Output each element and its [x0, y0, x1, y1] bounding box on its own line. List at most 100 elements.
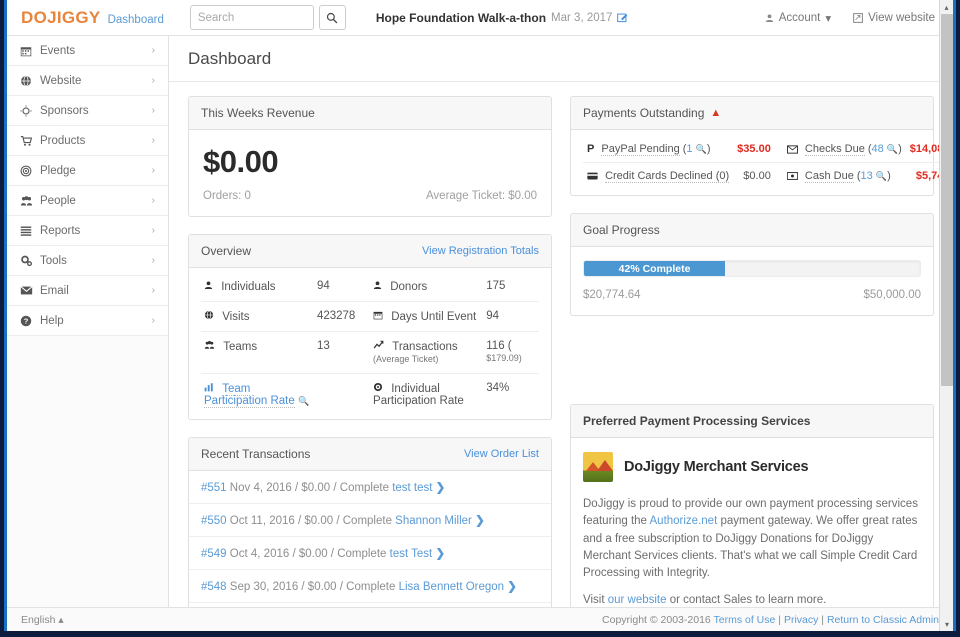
transaction-name[interactable]: Shannon Miller [395, 515, 472, 527]
list-item[interactable]: #551 Nov 4, 2016 / $0.00 / Complete test… [189, 471, 551, 504]
view-website-link[interactable]: View website [853, 12, 935, 24]
dojiggy-logo: DOJIGGY [21, 8, 101, 28]
sidebar-item-reports[interactable]: Reports › [7, 216, 168, 246]
overview-value: 94 [483, 302, 539, 332]
transaction-name[interactable]: test test [392, 482, 432, 494]
terms-of-use-link[interactable]: Terms of Use [714, 614, 776, 626]
overview-value [314, 374, 370, 416]
edit-icon[interactable] [617, 12, 628, 23]
panel-title: Overview [201, 244, 251, 258]
checks-due-cell[interactable]: Checks Due (48 🔍) [775, 136, 906, 163]
chevron-right-icon: › [152, 285, 155, 296]
chevron-right-icon: › [152, 225, 155, 236]
separator: | [821, 614, 824, 626]
sidebar-item-products[interactable]: Products › [7, 126, 168, 156]
person-icon [373, 281, 385, 293]
table-row: Individuals 94 Donors 175 [201, 272, 539, 302]
people-icon [20, 195, 40, 207]
panel-title: Goal Progress [583, 223, 660, 237]
authorize-net-link[interactable]: Authorize.net [650, 515, 718, 527]
return-to-classic-admin-link[interactable]: Return to Classic Admin [827, 614, 939, 626]
magnifier-icon[interactable]: 🔍 [876, 171, 887, 181]
sidebar-item-label: Reports [40, 225, 152, 237]
chevron-right-icon: › [152, 135, 155, 146]
chevron-right-icon: › [152, 45, 155, 56]
search-input[interactable] [190, 5, 314, 30]
list-item[interactable]: #550 Oct 11, 2016 / $0.00 / Complete Sha… [189, 504, 551, 537]
overview-label[interactable]: Team Participation Rate [204, 383, 295, 408]
sidebar-item-email[interactable]: Email › [7, 276, 168, 306]
overview-cell-days-until-event: Days Until Event [370, 302, 483, 332]
payment-label: Credit Cards Declined (0) [605, 170, 729, 183]
payment-count[interactable]: 48 [872, 143, 884, 155]
brand[interactable]: DOJIGGY Dashboard [7, 8, 164, 28]
overview-cell-team-participation-rate[interactable]: Team Participation Rate 🔍 [201, 374, 314, 416]
preferred-payment-processing-panel: Preferred Payment Processing Services Do… [570, 404, 934, 625]
overview-cell-individual-participation-rate: Individual Participation Rate [370, 374, 483, 416]
scrollbar-thumb[interactable] [941, 14, 953, 386]
view-order-list-link[interactable]: View Order List [464, 448, 539, 460]
transactions-average-ticket: $179.09) [486, 353, 522, 363]
payment-count[interactable]: 13 [861, 170, 873, 182]
overview-panel: Overview View Registration Totals Indivi… [188, 234, 552, 420]
sidebar-item-website[interactable]: Website › [7, 66, 168, 96]
overview-label: Individual Participation Rate [373, 383, 464, 407]
sidebar-item-help[interactable]: ? Help › [7, 306, 168, 336]
sidebar-item-events[interactable]: Events › [7, 36, 168, 66]
sidebar-item-tools[interactable]: Tools › [7, 246, 168, 276]
sidebar-item-people[interactable]: People › [7, 186, 168, 216]
view-registration-totals-link[interactable]: View Registration Totals [422, 245, 539, 257]
money-icon [787, 170, 801, 182]
paypal-pending-cell[interactable]: P PayPal Pending (1 🔍) [583, 136, 733, 163]
magnifier-icon[interactable]: 🔍 [696, 144, 707, 154]
people-icon [204, 341, 218, 353]
page-title: Dashboard [188, 49, 271, 69]
panel-title: Preferred Payment Processing Services [583, 414, 810, 428]
account-menu[interactable]: Account ▾ [765, 11, 831, 25]
brand-subtitle: Dashboard [108, 14, 164, 26]
scroll-up-arrow-icon[interactable]: ▴ [940, 0, 953, 14]
chart-line-icon [373, 341, 387, 353]
gears-icon [20, 255, 40, 267]
search-icon [326, 12, 338, 24]
globe-icon [20, 75, 40, 87]
payment-label: PayPal Pending [601, 143, 679, 156]
overview-label: Transactions [392, 341, 457, 353]
table-row: Credit Cards Declined (0) $0.00 Cash Due [583, 163, 956, 190]
transaction-name[interactable]: test Test [390, 548, 433, 560]
payment-count[interactable]: 1 [686, 143, 692, 155]
cash-due-cell[interactable]: Cash Due (13 🔍) [775, 163, 906, 190]
external-link-icon [853, 13, 863, 23]
list-item[interactable]: #548 Sep 30, 2016 / $0.00 / Complete Lis… [189, 570, 551, 603]
transaction-id[interactable]: #548 [201, 581, 227, 593]
goal-progress-label: 42% Complete [619, 263, 691, 275]
transaction-detail: Oct 11, 2016 / $0.00 / Complete [230, 515, 392, 527]
language-selector[interactable]: English ▴ [21, 614, 64, 626]
transaction-id[interactable]: #551 [201, 482, 227, 494]
chevron-right-icon: ❯ [436, 482, 446, 494]
footer-legal: Copyright © 2003-2016 Terms of Use | Pri… [602, 614, 939, 626]
transaction-name[interactable]: Lisa Bennett Oregon [399, 581, 505, 593]
sidebar-item-sponsors[interactable]: Sponsors › [7, 96, 168, 126]
search-button[interactable] [319, 5, 346, 30]
magnifier-icon[interactable]: 🔍 [298, 396, 309, 406]
question-icon: ? [20, 315, 40, 327]
list-item[interactable]: #549 Oct 4, 2016 / $0.00 / Complete test… [189, 537, 551, 570]
chevron-down-icon: ▾ [825, 11, 831, 25]
list-icon [20, 225, 40, 237]
transaction-id[interactable]: #550 [201, 515, 227, 527]
target-icon [373, 383, 386, 395]
sidebar-item-pledge[interactable]: Pledge › [7, 156, 168, 186]
transaction-id[interactable]: #549 [201, 548, 227, 560]
table-row: Team Participation Rate 🔍 Individual Par… [201, 374, 539, 416]
chevron-right-icon: ❯ [435, 548, 445, 560]
scroll-down-arrow-icon[interactable]: ▾ [940, 617, 954, 631]
vertical-scrollbar[interactable]: ▴ ▾ [939, 0, 953, 631]
merchant-paragraph-1: DoJiggy is proud to provide our own paym… [583, 496, 921, 582]
our-website-link[interactable]: our website [608, 594, 667, 606]
magnifier-icon[interactable]: 🔍 [887, 144, 898, 154]
globe-icon [204, 311, 217, 323]
chevron-right-icon: ❯ [475, 515, 485, 527]
payments-outstanding-panel: Payments Outstanding ▲ P PayPal Pending … [570, 96, 934, 196]
privacy-link[interactable]: Privacy [784, 614, 818, 626]
